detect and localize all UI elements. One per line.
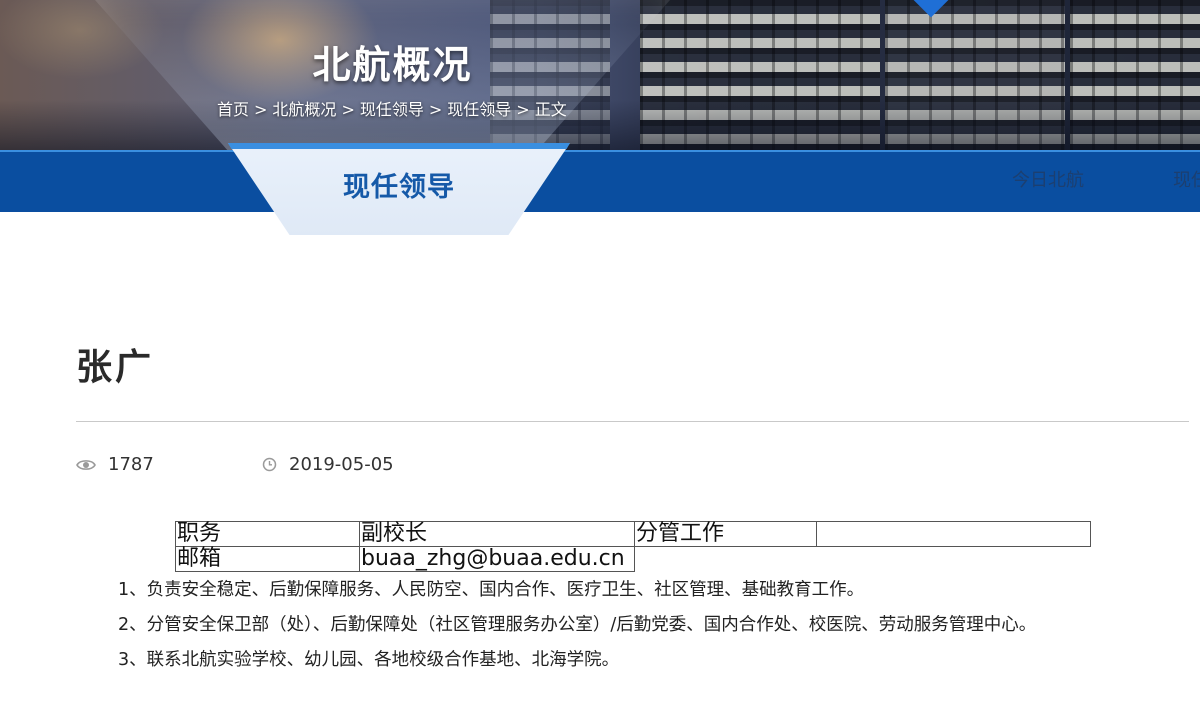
table-cell: 职务 [175,521,360,547]
table-cell: 邮箱 [175,546,360,572]
breadcrumb-home[interactable]: 首页 [217,100,249,119]
nav-link-leaders[interactable]: 现任 [1173,166,1200,192]
article-title: 张广 [76,347,155,388]
breadcrumb-overview[interactable]: 北航概况 [272,100,336,119]
view-count: 1787 [76,454,154,475]
breadcrumb-leaders-sub[interactable]: 现任领导 [447,100,511,119]
table-cell: 副校长 [359,521,635,547]
active-tab-label[interactable]: 现任领导 [228,165,570,204]
duty-item: 2、分管安全保卫部（处）、后勤保障处（社区管理服务办公室）/后勤党委、国内合作处… [118,615,1037,635]
email-cell: buaa_zhg@buaa.edu.cn [359,546,635,572]
section-title: 北航概况 [312,43,473,87]
table-cell: 分管工作 [634,521,817,547]
publish-date-value: 2019-05-05 [289,454,394,475]
nav-link-today-buaa[interactable]: 今日北航 [1012,166,1084,192]
table-cell [816,521,1091,547]
table-row: 邮箱 buaa_zhg@buaa.edu.cn [175,546,1091,572]
info-table: 职务 副校长 分管工作 邮箱 buaa_zhg@buaa.edu.cn [175,521,1091,572]
active-tab-top-line [228,143,570,149]
duty-item: 3、联系北航实验学校、幼儿园、各地校级合作基地、北海学院。 [118,650,620,670]
banner-shade [0,100,1200,150]
breadcrumb-leaders[interactable]: 现任领导 [360,100,424,119]
title-divider [76,421,1189,422]
breadcrumb-current: 正文 [534,100,567,119]
breadcrumb: 首页 > 北航概况 > 现任领导 > 现任领导 > 正文 [217,100,567,119]
table-row: 职务 副校长 分管工作 [175,521,1091,547]
view-count-value: 1787 [108,454,154,475]
duty-item: 1、负责安全稳定、后勤保障服务、人民防空、国内合作、医疗卫生、社区管理、基础教育… [118,580,865,600]
publish-date: 2019-05-05 [262,454,394,475]
clock-icon [262,457,277,472]
duties-list: 1、负责安全稳定、后勤保障服务、人民防空、国内合作、医疗卫生、社区管理、基础教育… [118,580,1036,685]
eye-icon [76,459,96,470]
